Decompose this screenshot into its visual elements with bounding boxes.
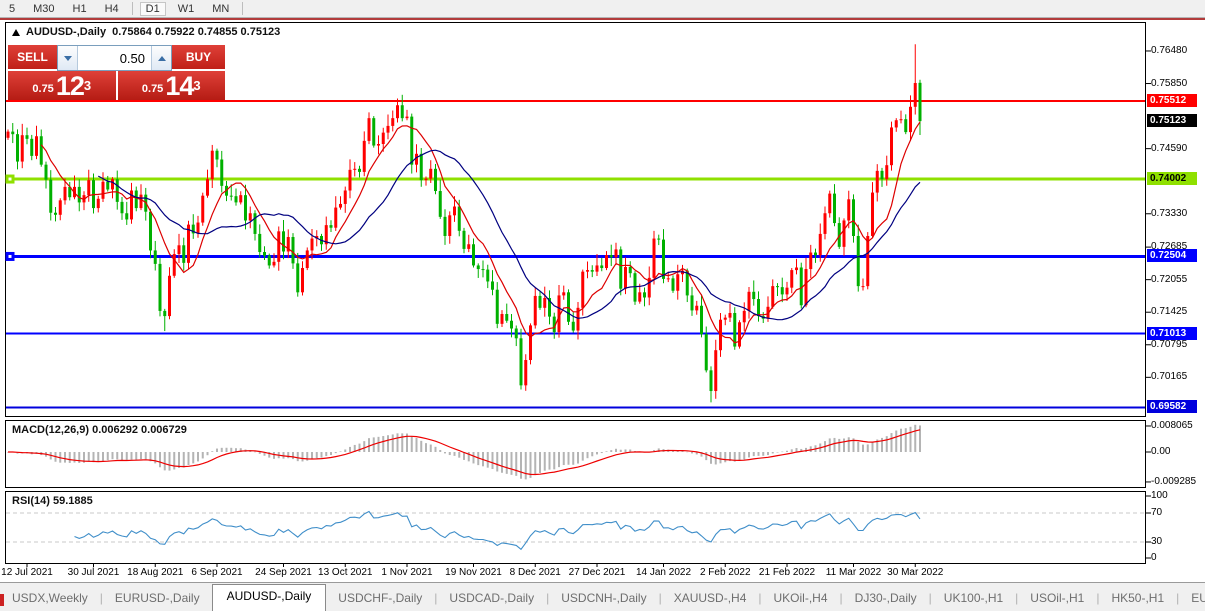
date-tick-label: 18 Aug 2021 bbox=[127, 567, 183, 578]
window-corner-marker bbox=[0, 594, 4, 606]
symbol-tab-bar: USDX,Weekly|EURUSD-,DailyAUDUSD-,DailyUS… bbox=[0, 582, 1205, 611]
rsi-tick-label: 100 bbox=[1151, 490, 1168, 501]
timeframe-button-d1[interactable]: D1 bbox=[140, 2, 166, 16]
buy-price-pips: 14 bbox=[165, 73, 193, 99]
timeframe-button-m30[interactable]: M30 bbox=[27, 2, 60, 16]
symbol-tab-usdcnh-daily[interactable]: USDCNH-,Daily bbox=[549, 587, 658, 611]
symbol-tab-xauusd-h4[interactable]: XAUUSD-,H4 bbox=[662, 587, 759, 611]
macd-tick-label: 0.00 bbox=[1151, 446, 1170, 457]
chart-symbol-period: AUDUSD-,Daily bbox=[26, 26, 106, 38]
date-tick-label: 19 Nov 2021 bbox=[445, 567, 502, 578]
price-tick-label: 0.74590 bbox=[1151, 143, 1187, 154]
price-tick-label: 0.73330 bbox=[1151, 208, 1187, 219]
volume-input[interactable]: 0.50 bbox=[78, 46, 151, 70]
rsi-panel[interactable] bbox=[5, 491, 1146, 564]
chart-ohlc-values: 0.75864 0.75922 0.74855 0.75123 bbox=[112, 26, 280, 38]
date-tick-label: 13 Oct 2021 bbox=[318, 567, 372, 578]
chevron-down-icon bbox=[64, 56, 72, 61]
rsi-tick-label: 30 bbox=[1151, 536, 1162, 547]
buy-price-point: 3 bbox=[193, 71, 200, 101]
date-tick-label: 11 Mar 2022 bbox=[826, 567, 881, 578]
buy-price-prefix: 0.75 bbox=[142, 79, 163, 99]
buy-button[interactable]: BUY bbox=[172, 45, 225, 71]
date-tick-label: 30 Jul 2021 bbox=[68, 567, 120, 578]
sell-price-prefix: 0.75 bbox=[32, 79, 53, 99]
symbol-tab-hk50-h1[interactable]: HK50-,H1 bbox=[1099, 587, 1176, 611]
macd-tick-label: 0.008065 bbox=[1151, 420, 1193, 431]
symbol-tab-usoil-h1[interactable]: USOil-,H1 bbox=[1018, 587, 1096, 611]
symbol-tab-usdx-weekly[interactable]: USDX,Weekly bbox=[0, 587, 100, 611]
sell-price-point: 3 bbox=[84, 71, 91, 101]
collapse-triangle-icon[interactable] bbox=[12, 29, 20, 36]
date-tick-label: 24 Sep 2021 bbox=[255, 567, 312, 578]
date-tick-label: 30 Mar 2022 bbox=[887, 567, 943, 578]
price-tick-label: 0.75850 bbox=[1151, 78, 1187, 89]
date-tick-label: 12 Jul 2021 bbox=[1, 567, 53, 578]
price-level-badge: 0.75123 bbox=[1147, 114, 1197, 127]
toolbar-accent-line bbox=[0, 18, 1205, 20]
date-tick-label: 8 Dec 2021 bbox=[510, 567, 561, 578]
symbol-tab-uk100-h1[interactable]: UK100-,H1 bbox=[932, 587, 1015, 611]
macd-tick-label: -0.009285 bbox=[1151, 476, 1196, 487]
timeframe-button-5[interactable]: 5 bbox=[3, 2, 21, 16]
sell-price-box[interactable]: 0.75 12 3 bbox=[8, 71, 116, 100]
one-click-trading-panel: SELL 0.50 BUY 0.75 12 3 0.75 14 3 bbox=[8, 45, 225, 100]
date-tick-label: 2 Feb 2022 bbox=[700, 567, 751, 578]
volume-spinner: 0.50 bbox=[57, 45, 172, 71]
sell-button[interactable]: SELL bbox=[8, 45, 57, 71]
chart-header: AUDUSD-,Daily 0.75864 0.75922 0.74855 0.… bbox=[12, 26, 280, 38]
timeframe-button-h4[interactable]: H4 bbox=[99, 2, 125, 16]
symbol-tab-dj30-daily[interactable]: DJ30-,Daily bbox=[843, 587, 929, 611]
buy-price-box[interactable]: 0.75 14 3 bbox=[118, 71, 226, 100]
macd-label: MACD(12,26,9) 0.006292 0.006729 bbox=[12, 424, 187, 436]
timeframe-button-w1[interactable]: W1 bbox=[172, 2, 201, 16]
timeframe-toolbar: 5 M30 H1 H4 D1 W1 MN bbox=[0, 0, 1205, 18]
symbol-tab-ukoil-h4[interactable]: UKOil-,H4 bbox=[762, 587, 840, 611]
date-tick-label: 1 Nov 2021 bbox=[381, 567, 432, 578]
date-tick-label: 6 Sep 2021 bbox=[191, 567, 242, 578]
symbol-tab-audusd-daily[interactable]: AUDUSD-,Daily bbox=[212, 584, 327, 611]
date-tick-label: 21 Feb 2022 bbox=[759, 567, 815, 578]
price-tick-label: 0.71425 bbox=[1151, 306, 1187, 317]
rsi-label: RSI(14) 59.1885 bbox=[12, 495, 93, 507]
price-level-badge: 0.75512 bbox=[1147, 94, 1197, 107]
toolbar-separator bbox=[242, 2, 243, 15]
date-tick-label: 14 Jan 2022 bbox=[636, 567, 691, 578]
price-level-badge: 0.72504 bbox=[1147, 249, 1197, 262]
symbol-tab-eu[interactable]: EU bbox=[1179, 587, 1205, 611]
price-tick-label: 0.70795 bbox=[1151, 339, 1187, 350]
price-tick-label: 0.76480 bbox=[1151, 45, 1187, 56]
price-level-badge: 0.71013 bbox=[1147, 327, 1197, 340]
rsi-tick-label: 70 bbox=[1151, 507, 1162, 518]
price-tick-label: 0.72055 bbox=[1151, 274, 1187, 285]
price-level-badge: 0.69582 bbox=[1147, 400, 1197, 413]
chevron-up-icon bbox=[158, 56, 166, 61]
timeframe-button-h1[interactable]: H1 bbox=[67, 2, 93, 16]
volume-increase-button[interactable] bbox=[151, 46, 171, 70]
symbol-tab-usdcad-daily[interactable]: USDCAD-,Daily bbox=[437, 587, 546, 611]
price-level-badge: 0.74002 bbox=[1147, 172, 1197, 185]
timeframe-button-mn[interactable]: MN bbox=[206, 2, 235, 16]
sell-price-pips: 12 bbox=[56, 73, 84, 99]
symbol-tab-eurusd-daily[interactable]: EURUSD-,Daily bbox=[103, 587, 212, 611]
rsi-tick-label: 0 bbox=[1151, 552, 1157, 563]
price-tick-label: 0.70165 bbox=[1151, 371, 1187, 382]
symbol-tab-usdchf-daily[interactable]: USDCHF-,Daily bbox=[326, 587, 434, 611]
date-tick-label: 27 Dec 2021 bbox=[569, 567, 626, 578]
toolbar-separator bbox=[132, 2, 133, 15]
volume-decrease-button[interactable] bbox=[58, 46, 78, 70]
